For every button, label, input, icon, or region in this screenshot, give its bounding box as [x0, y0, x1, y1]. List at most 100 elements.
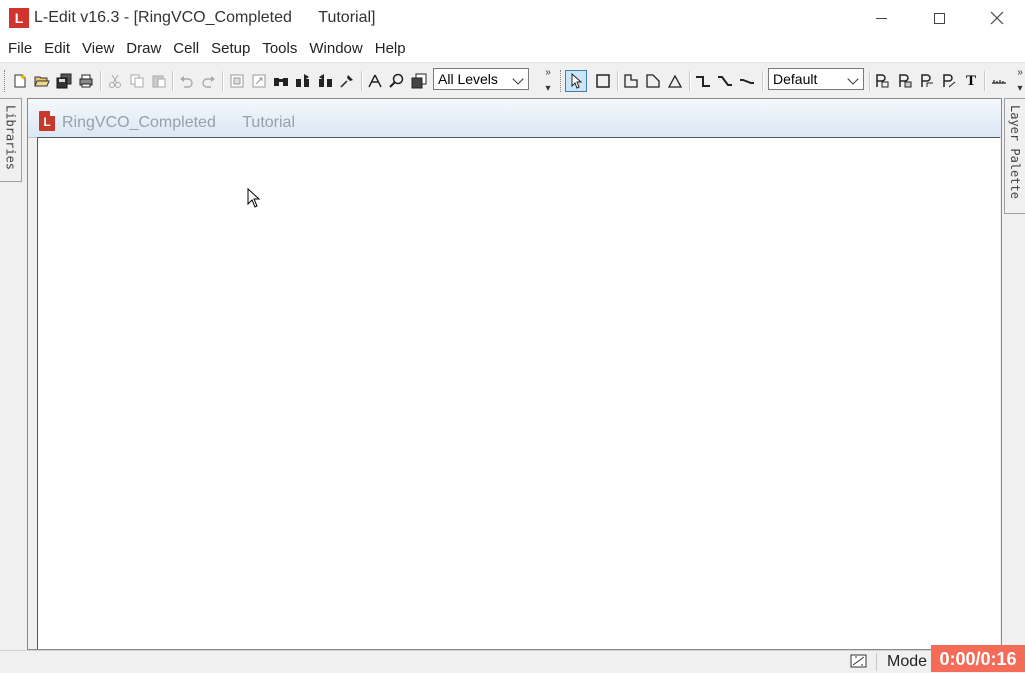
- all-angle-wire-tool-button[interactable]: [738, 72, 756, 90]
- pop-out-icon: [252, 74, 266, 88]
- ruler-icon: [992, 80, 1006, 84]
- magnifier-icon: [389, 73, 404, 88]
- 45-degree-polygon-tool-button[interactable]: [644, 72, 662, 90]
- undo-button[interactable]: [177, 72, 195, 90]
- find-next-button[interactable]: [294, 72, 312, 90]
- new-file-icon: [14, 74, 26, 88]
- push-into-icon: [230, 74, 244, 88]
- toolbar-separator: [361, 71, 363, 91]
- orthogonal-polygon-icon: [624, 74, 638, 88]
- toolbar-grip[interactable]: [4, 70, 8, 92]
- toolbar-separator: [100, 71, 102, 91]
- menu-bar: File Edit View Draw Cell Setup Tools Win…: [0, 36, 1025, 62]
- layer-palette-tab-label: Layer Palette: [1008, 105, 1022, 199]
- toolbar-separator: [984, 71, 986, 91]
- print-button[interactable]: [77, 72, 95, 90]
- port-box-tool-button[interactable]: [896, 72, 914, 90]
- close-button[interactable]: [968, 0, 1025, 36]
- open-file-button[interactable]: [33, 72, 51, 90]
- layout-document-window: L RingVCO_Completed Tutorial: [27, 98, 1002, 650]
- toolbar-overflow-button[interactable]: » ▾: [543, 68, 553, 95]
- orthogonal-wire-icon: [696, 76, 710, 87]
- chevron-down-icon: [512, 73, 524, 85]
- menu-tools[interactable]: Tools: [256, 36, 303, 62]
- mode-label: Mode: [887, 653, 928, 670]
- toolbar-grip[interactable]: [560, 70, 564, 92]
- status-tool-icon: [850, 654, 867, 668]
- pop-out-button[interactable]: [250, 72, 268, 90]
- port-icon: [876, 74, 889, 88]
- paste-button[interactable]: [150, 72, 168, 90]
- ruler-tool-button[interactable]: [990, 72, 1008, 90]
- orthogonal-wire-tool-button[interactable]: [694, 72, 712, 90]
- wire-45-icon: [718, 76, 732, 86]
- toolbar-overflow-button[interactable]: » ▾: [1015, 68, 1025, 95]
- status-bar: Mode: [0, 650, 1025, 673]
- toolbar-separator: [869, 71, 871, 91]
- hierarchy-button[interactable]: [366, 72, 384, 90]
- replace-button[interactable]: [338, 72, 356, 90]
- menu-help[interactable]: Help: [369, 36, 412, 62]
- port-orthogonal-tool-button[interactable]: [918, 72, 936, 90]
- undo-icon: [180, 76, 193, 88]
- libraries-tab[interactable]: Libraries: [0, 98, 22, 182]
- menu-setup[interactable]: Setup: [205, 36, 256, 62]
- style-select[interactable]: Default: [768, 68, 864, 90]
- text-tool-button[interactable]: T: [962, 72, 980, 90]
- push-into-button[interactable]: [228, 72, 246, 90]
- toolbar-separator: [762, 71, 764, 91]
- style-select-value: Default: [773, 71, 818, 87]
- select-tool-button[interactable]: [565, 70, 587, 92]
- menu-draw[interactable]: Draw: [120, 36, 167, 62]
- port-orthogonal-icon: [921, 74, 933, 87]
- levels-select-value: All Levels: [438, 71, 498, 87]
- paste-icon: [152, 75, 166, 88]
- save-all-button[interactable]: [55, 72, 73, 90]
- redo-button[interactable]: [200, 72, 218, 90]
- toolbar-separator: [172, 71, 174, 91]
- levels-select[interactable]: All Levels: [433, 68, 529, 90]
- pointer-arrow-icon: [571, 73, 583, 89]
- layer-palette-tab[interactable]: Layer Palette: [1004, 98, 1025, 214]
- menu-edit[interactable]: Edit: [38, 36, 76, 62]
- redo-icon: [202, 76, 215, 88]
- libraries-tab-label: Libraries: [3, 105, 18, 171]
- maximize-button[interactable]: [910, 0, 968, 36]
- text-tool-icon: T: [965, 72, 976, 89]
- ledit-document-icon: L: [39, 111, 55, 131]
- port-angled-tool-button[interactable]: [940, 72, 958, 90]
- toolbar-separator: [689, 71, 691, 91]
- minimize-button[interactable]: [852, 0, 910, 36]
- copy-icon: [130, 74, 144, 88]
- menu-cell[interactable]: Cell: [167, 36, 205, 62]
- cell-browser-icon: [411, 73, 427, 89]
- new-file-button[interactable]: [11, 72, 29, 90]
- zoom-button[interactable]: [388, 72, 406, 90]
- cell-browser-button[interactable]: [410, 72, 428, 90]
- window-title: L-Edit v16.3 - [RingVCO_Completed Tutori…: [34, 9, 376, 26]
- 45-degree-wire-tool-button[interactable]: [716, 72, 734, 90]
- layout-canvas[interactable]: [37, 137, 1000, 649]
- document-title-bar[interactable]: L RingVCO_Completed Tutorial: [28, 99, 1001, 138]
- all-angle-polygon-tool-button[interactable]: [666, 72, 684, 90]
- box-tool-button[interactable]: [594, 72, 612, 90]
- mouse-cursor-icon: [247, 188, 261, 208]
- menu-window[interactable]: Window: [303, 36, 368, 62]
- polygon-45-icon: [646, 74, 660, 88]
- find-previous-button[interactable]: [316, 72, 334, 90]
- close-icon: [990, 11, 1004, 25]
- save-all-icon: [56, 73, 72, 89]
- port-tool-button[interactable]: [873, 72, 891, 90]
- status-separator: [876, 653, 877, 671]
- title-bar: L L-Edit v16.3 - [RingVCO_Completed Tuto…: [0, 0, 1025, 36]
- rectangle-icon: [596, 74, 610, 88]
- copy-button[interactable]: [128, 72, 146, 90]
- orthogonal-polygon-tool-button[interactable]: [622, 72, 640, 90]
- port-box-icon: [899, 74, 912, 88]
- cut-button[interactable]: [106, 72, 124, 90]
- menu-file[interactable]: File: [2, 36, 38, 62]
- menu-view[interactable]: View: [76, 36, 120, 62]
- port-angled-icon: [943, 74, 956, 88]
- find-button[interactable]: [272, 72, 290, 90]
- wire-any-angle-icon: [740, 79, 754, 84]
